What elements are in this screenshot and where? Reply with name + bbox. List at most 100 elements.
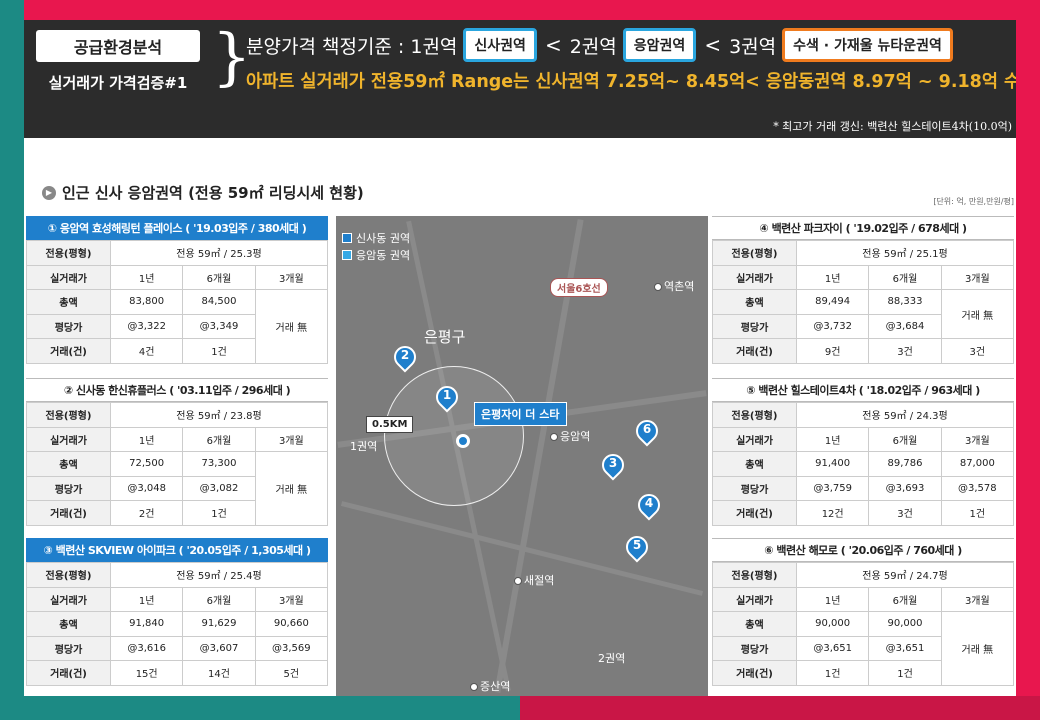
total-cell: 91,629: [182, 611, 256, 637]
section-title: ▶ 인근 신사 응암권역 (전용 59㎡ 리딩시세 현황): [42, 182, 364, 203]
period-header: 1년: [795, 586, 870, 612]
target-site-label: 은평자이 더 스타: [474, 402, 567, 426]
row-label: 실거래가: [712, 586, 797, 612]
row-label: 전용(평형): [712, 240, 797, 266]
legend-swatch: [342, 250, 352, 260]
zone1-badge: 신사권역: [463, 28, 537, 62]
station-name: 역촌역: [664, 280, 695, 293]
period-header: 3개월: [254, 264, 329, 290]
period-header: 6개월: [868, 586, 942, 612]
content-area: ▶ 인근 신사 응암권역 (전용 59㎡ 리딩시세 현황) [단위: 억, 만원…: [24, 138, 1016, 696]
count-cell: 1건: [868, 660, 942, 686]
row-label: 총액: [712, 289, 797, 315]
row-label: 거래(건): [26, 500, 111, 526]
target-site-marker[interactable]: [456, 434, 470, 448]
count-cell: 5건: [254, 660, 329, 686]
pin-number: 5: [632, 538, 642, 552]
price-table: 전용(평형) 전용 59㎡ / 23.8평 실거래가 1년 6개월 3개월 총액 72,5…: [26, 402, 329, 526]
area-cell: 전용 59㎡ / 23.8평: [110, 402, 328, 428]
total-cell: 89,786: [868, 451, 942, 477]
row-label: 실거래가: [712, 426, 797, 452]
play-bullet-icon: ▶: [42, 185, 56, 200]
row-label: 총액: [712, 611, 797, 637]
period-header: 1년: [795, 426, 870, 452]
row-label: 실거래가: [26, 264, 111, 290]
row-label: 전용(평형): [712, 402, 797, 428]
panel-title: ② 신사동 한신휴플러스 ( '03.11입주 / 296세대 ): [26, 378, 328, 402]
period-header: 3개월: [254, 586, 329, 612]
row-label: 거래(건): [26, 338, 111, 364]
total-cell: 90,660: [254, 611, 329, 637]
zone3-label: 3권역: [729, 35, 777, 58]
total-cell: 83,800: [109, 289, 184, 315]
property-panel-2: ② 신사동 한신휴플러스 ( '03.11입주 / 296세대 ) 전용(평형)…: [26, 378, 329, 526]
district-label: 은평구: [424, 328, 466, 346]
row-label: 거래(건): [712, 660, 797, 686]
property-panel-5: ⑤ 백련산 힐스테이트4차 ( '18.02입주 / 963세대 ) 전용(평형…: [712, 378, 1015, 526]
legend-item-eungam: 응암동 권역: [342, 247, 410, 264]
station-name: 응암역: [560, 430, 591, 443]
section-title-text: 인근 신사 응암권역 (전용 59㎡ 리딩시세 현황): [62, 184, 364, 202]
area-cell: 전용 59㎡ / 25.3평: [110, 240, 328, 266]
map-pin-5[interactable]: 5: [621, 531, 653, 566]
row-label: 평당가: [26, 313, 111, 339]
pyeong-cell: @3,732: [795, 313, 870, 339]
panel-title: ⑤ 백련산 힐스테이트4차 ( '18.02입주 / 963세대 ): [712, 378, 1014, 402]
count-cell: 4건: [109, 338, 184, 364]
pyeong-cell: @3,578: [940, 475, 1015, 501]
row-label: 총액: [26, 289, 111, 315]
frame-left: [0, 0, 24, 720]
row-label: 전용(평형): [26, 562, 111, 588]
period-header: 6개월: [182, 586, 256, 612]
station-icon: [514, 577, 522, 585]
legend-label: 신사동 권역: [356, 232, 411, 245]
map-pin-3[interactable]: 3: [597, 449, 629, 484]
total-cell: 90,000: [795, 611, 870, 637]
station-label: 증산역: [470, 678, 510, 694]
period-header: 3개월: [940, 264, 1015, 290]
station-name: 증산역: [480, 680, 511, 693]
period-header: 1년: [795, 264, 870, 290]
pyeong-cell: @3,607: [182, 635, 256, 661]
property-panel-6: ⑥ 백련산 해모로 ( '20.06입주 / 760세대 ) 전용(평형) 전용 …: [712, 538, 1015, 686]
pin-number: 2: [400, 348, 410, 362]
row-label: 총액: [712, 451, 797, 477]
zone2-label: 2권역: [569, 35, 617, 58]
location-map[interactable]: 신사동 권역 응암동 권역 은평구 서울6호선 0.5KM 은평자이 더 스타 …: [336, 216, 708, 696]
subway-line-label: 서울6호선: [550, 278, 608, 297]
total-cell: 91,840: [109, 611, 184, 637]
pyeong-cell: @3,616: [109, 635, 184, 661]
total-cell: 88,333: [868, 289, 942, 315]
pyeong-cell: @3,048: [109, 475, 184, 501]
pyeong-cell: @3,759: [795, 475, 870, 501]
pyeong-cell: @3,569: [254, 635, 329, 661]
station-name: 새절역: [524, 574, 555, 587]
panel-title: ③ 백련산 SKVIEW 아이파크 ( '20.05입주 / 1,305세대 ): [26, 538, 328, 562]
row-label: 평당가: [26, 635, 111, 661]
panel-title: ④ 백련산 파크자이 ( '19.02입주 / 678세대 ): [712, 216, 1014, 240]
row-label: 평당가: [712, 475, 797, 501]
map-pin-6[interactable]: 6: [631, 415, 663, 450]
map-pin-2[interactable]: 2: [389, 341, 421, 376]
count-cell: 12건: [795, 500, 870, 526]
area-cell: 전용 59㎡ / 24.3평: [796, 402, 1014, 428]
property-panel-1: ① 응암역 효성해링턴 플레이스 ( '19.03입주 / 380세대 ) 전용…: [26, 216, 329, 364]
total-cell: 72,500: [109, 451, 184, 477]
pyeong-cell: @3,651: [795, 635, 870, 661]
record-high-note: * 최고가 거래 갱신: 백련산 힐스테이트4차(10.0억): [773, 120, 1012, 133]
total-cell: 87,000: [940, 451, 1015, 477]
row-label: 평당가: [712, 635, 797, 661]
count-cell: 14건: [182, 660, 256, 686]
total-cell: 89,494: [795, 289, 870, 315]
period-header: 3개월: [940, 426, 1015, 452]
frame-top: [0, 0, 1040, 20]
count-cell: 1건: [182, 500, 256, 526]
map-pin-4[interactable]: 4: [633, 489, 665, 524]
station-icon: [654, 283, 662, 291]
legend-item-sinsa: 신사동 권역: [342, 230, 410, 247]
station-icon: [550, 433, 558, 441]
map-pin-1[interactable]: 1: [431, 381, 463, 416]
price-range-summary: 아파트 실거래가 전용59㎡ Range는 신사권역 7.25억~ 8.45억<…: [246, 72, 1016, 92]
row-label: 총액: [26, 611, 111, 637]
header: 공급환경분석 실거래가 가격검증#1 } 분양가격 책정기준 : 1권역 신사권…: [24, 20, 1016, 138]
